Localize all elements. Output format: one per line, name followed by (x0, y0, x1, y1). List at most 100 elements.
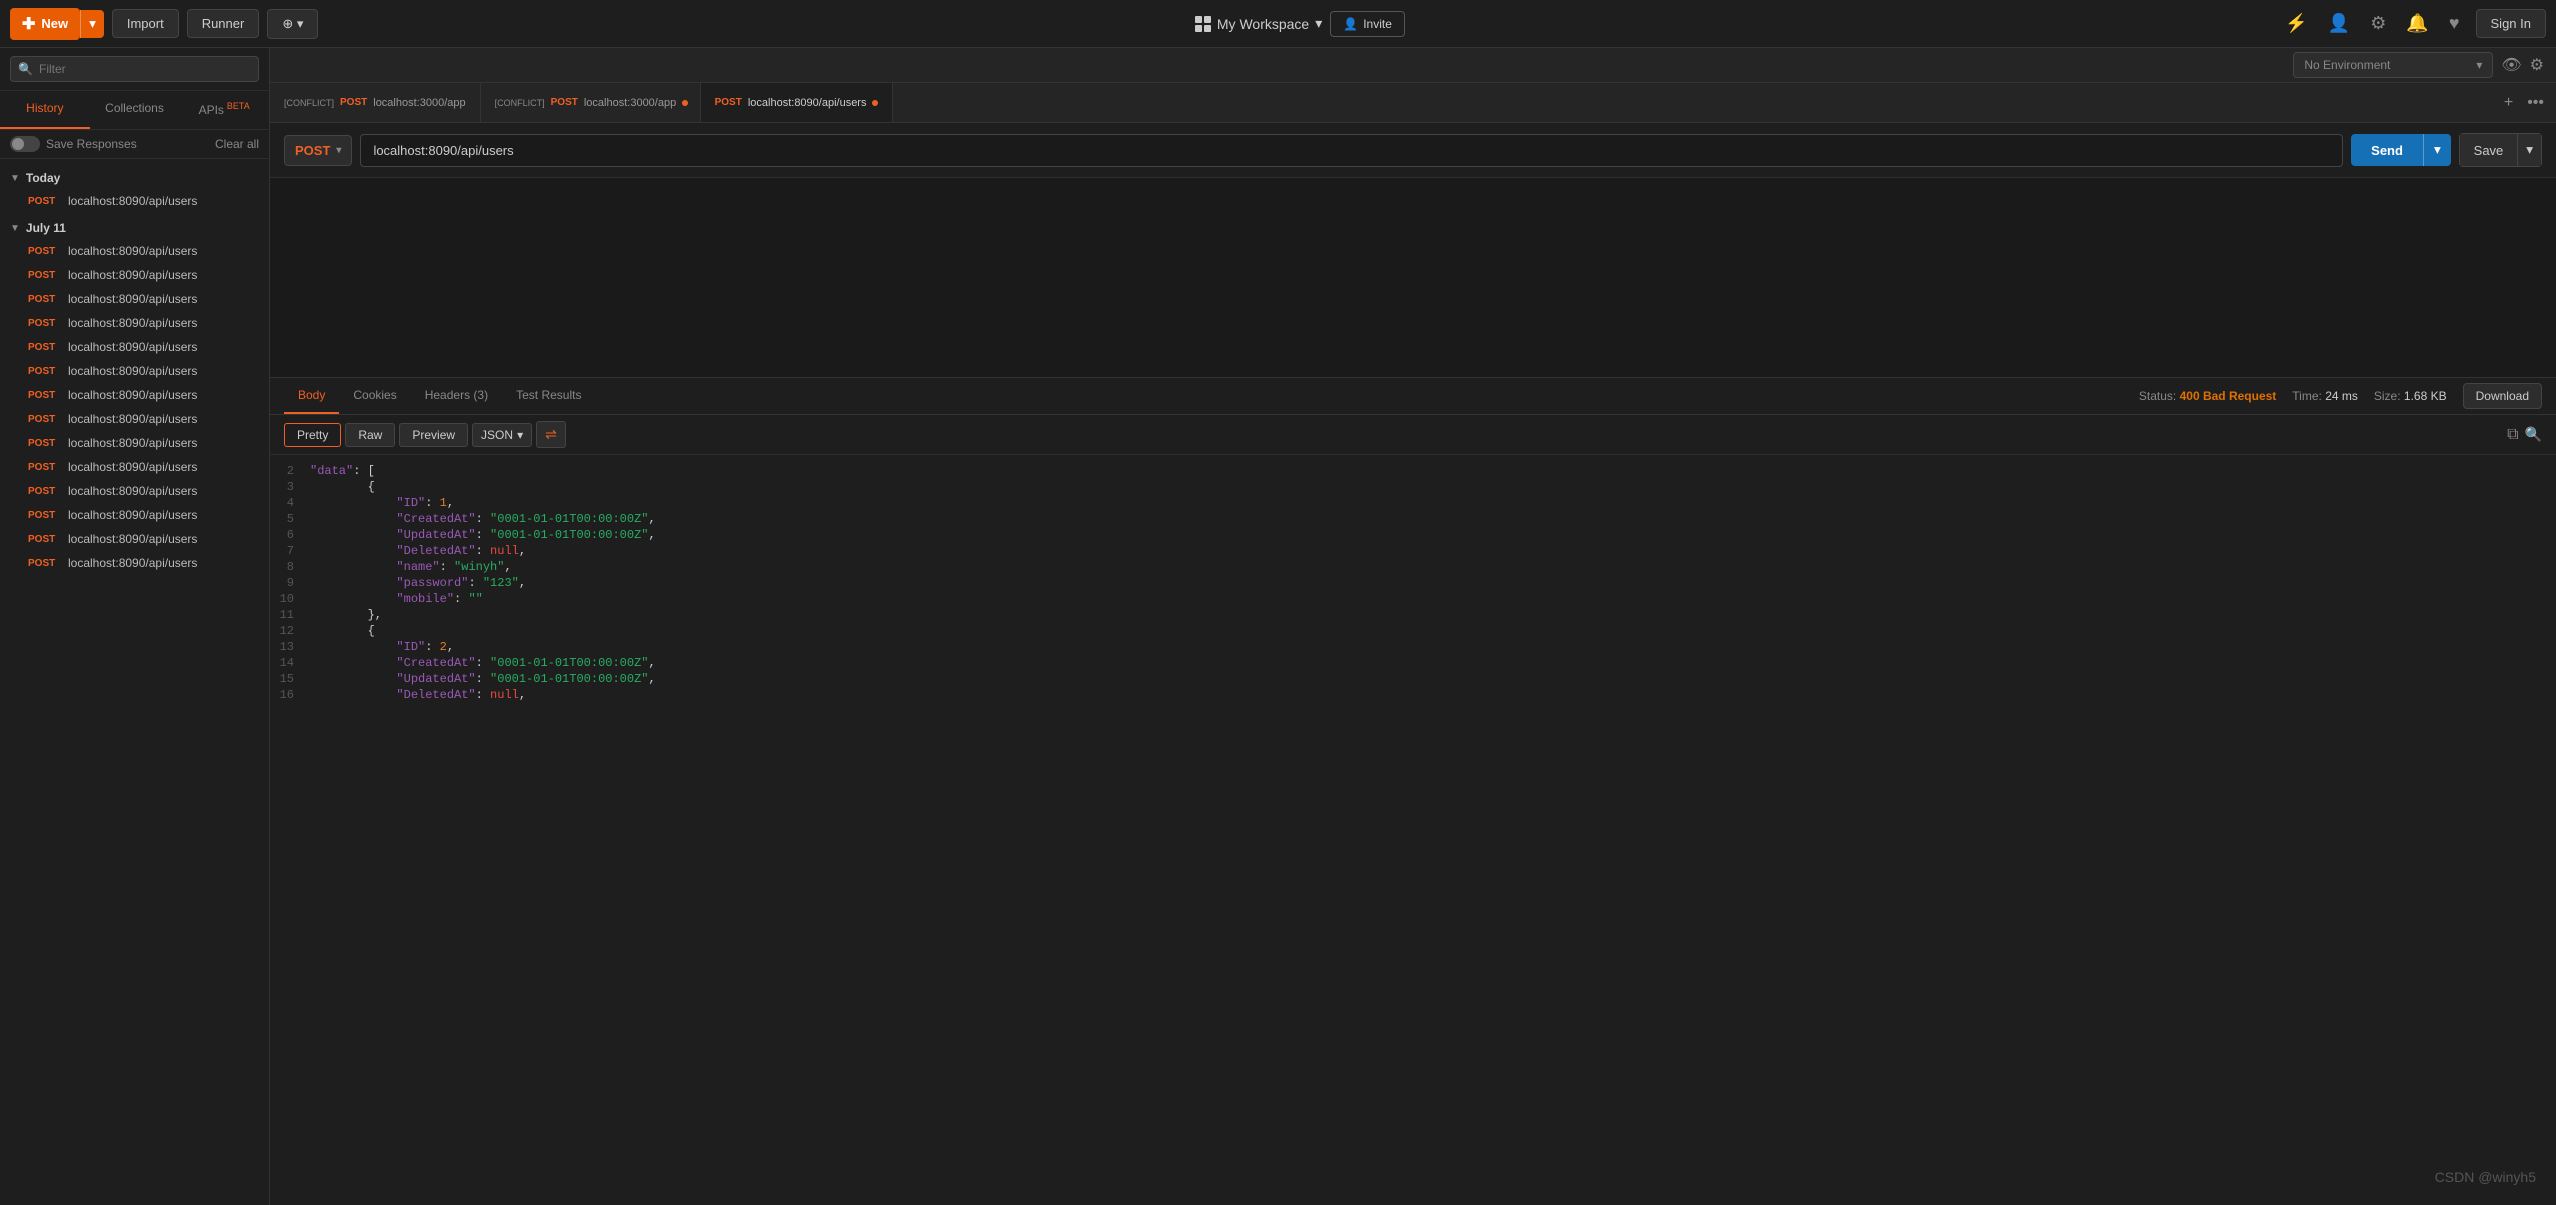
url-input[interactable] (360, 134, 2343, 167)
tab-cookies[interactable]: Cookies (339, 378, 410, 414)
list-item[interactable]: POST localhost:8090/api/users (0, 189, 269, 213)
runner-button[interactable]: Runner (187, 9, 260, 38)
invite-button[interactable]: 👤 Invite (1330, 11, 1405, 37)
workspace-button[interactable]: My Workspace ▾ (1195, 15, 1322, 32)
today-label: Today (26, 171, 60, 185)
heart-icon-btn[interactable]: ♥ (2445, 9, 2464, 38)
code-line: 10 "mobile": "" (270, 591, 2556, 607)
new-dropdown-button[interactable]: ▾ (80, 10, 104, 38)
new-button[interactable]: ✚ New (10, 8, 80, 40)
list-item[interactable]: POSTlocalhost:8090/api/users (0, 527, 269, 551)
settings-icon-btn[interactable]: ⚙ (2366, 9, 2390, 38)
list-item[interactable]: POSTlocalhost:8090/api/users (0, 383, 269, 407)
save-dropdown-button[interactable]: ▾ (2518, 133, 2542, 167)
format-selector[interactable]: JSON ▾ (472, 423, 532, 447)
tab-req-2[interactable]: [CONFLICT] POST localhost:3000/app (481, 83, 701, 122)
code-line: 13 "ID": 2, (270, 639, 2556, 655)
lightning-icon-btn[interactable]: ⚡ (2281, 9, 2311, 38)
bell-icon-btn[interactable]: 🔔 (2402, 9, 2432, 38)
tab-apis[interactable]: APIsBETA (179, 91, 269, 129)
search-icon: 🔍 (18, 62, 33, 76)
today-chevron: ▼ (10, 173, 20, 184)
send-button[interactable]: Send (2351, 134, 2423, 166)
list-item[interactable]: POSTlocalhost:8090/api/users (0, 239, 269, 263)
code-line: 3 { (270, 479, 2556, 495)
code-line: 14 "CreatedAt": "0001-01-01T00:00:00Z", (270, 655, 2556, 671)
more-tabs-button[interactable]: ••• (2523, 90, 2548, 116)
person-icon-btn[interactable]: 👤 (2324, 9, 2354, 38)
raw-button[interactable]: Raw (345, 423, 395, 447)
list-item[interactable]: POSTlocalhost:8090/api/users (0, 311, 269, 335)
preview-button[interactable]: Preview (399, 423, 468, 447)
july11-label: July 11 (26, 221, 66, 235)
gear-icon-btn[interactable]: ⚙ (2530, 55, 2544, 75)
environment-selector[interactable]: No Environment ▾ (2293, 52, 2493, 78)
code-line: 2"data": [ (270, 463, 2556, 479)
status-badge: 400 Bad Request (2180, 389, 2277, 403)
list-item[interactable]: POSTlocalhost:8090/api/users (0, 335, 269, 359)
request-body (270, 178, 2556, 378)
eye-icon-btn[interactable]: 👁 (2501, 55, 2521, 75)
list-item[interactable]: POSTlocalhost:8090/api/users (0, 503, 269, 527)
sidebar-content: ▼ Today POST localhost:8090/api/users ▼ … (0, 159, 269, 1205)
tab-req-1[interactable]: [CONFLICT] POST localhost:3000/app (270, 83, 481, 122)
response-tabs: Body Cookies Headers (3) Test Results St… (270, 378, 2556, 415)
response-status-area: Status: 400 Bad Request Time: 24 ms Size… (2139, 383, 2542, 409)
tabs-bar: [CONFLICT] POST localhost:3000/app [CONF… (270, 83, 2556, 123)
tab-collections[interactable]: Collections (90, 91, 180, 129)
code-line: 5 "CreatedAt": "0001-01-01T00:00:00Z", (270, 511, 2556, 527)
save-button-group: Save ▾ (2459, 133, 2542, 167)
import-button[interactable]: Import (112, 9, 179, 38)
save-responses-toggle-group: Save Responses (10, 136, 137, 152)
code-line: 15 "UpdatedAt": "0001-01-01T00:00:00Z", (270, 671, 2556, 687)
topbar-right: ⚡ 👤 ⚙ 🔔 ♥ Sign In (2281, 9, 2546, 38)
list-item[interactable]: POSTlocalhost:8090/api/users (0, 455, 269, 479)
word-wrap-button[interactable]: ⇌ (536, 421, 566, 448)
copy-button[interactable]: ⧉ (2507, 426, 2518, 444)
method-selector[interactable]: POST ▾ (284, 135, 352, 166)
send-dropdown-button[interactable]: ▾ (2423, 134, 2451, 166)
list-item[interactable]: POSTlocalhost:8090/api/users (0, 287, 269, 311)
save-responses-toggle[interactable] (10, 136, 40, 152)
topbar: ✚ New ▾ Import Runner ⊕ ▾ My Workspace ▾… (0, 0, 2556, 48)
tabs-actions: + ••• (2492, 90, 2556, 116)
sign-in-button[interactable]: Sign In (2476, 9, 2546, 38)
july11-chevron: ▼ (10, 223, 20, 234)
list-item[interactable]: POSTlocalhost:8090/api/users (0, 551, 269, 575)
topbar-center: My Workspace ▾ 👤 Invite (326, 11, 2273, 37)
clear-all-button[interactable]: Clear all (215, 137, 259, 151)
method-arrow-icon: ▾ (336, 145, 341, 156)
env-chevron-icon: ▾ (2476, 58, 2482, 72)
save-responses-label: Save Responses (46, 137, 137, 151)
code-line: 11 }, (270, 607, 2556, 623)
pretty-button[interactable]: Pretty (284, 423, 341, 447)
url-bar: POST ▾ Send ▾ Save ▾ (270, 123, 2556, 178)
format-arrow-icon: ▾ (517, 428, 523, 442)
tab-req-3[interactable]: POST localhost:8090/api/users (701, 83, 894, 122)
list-item[interactable]: POSTlocalhost:8090/api/users (0, 263, 269, 287)
list-item[interactable]: POSTlocalhost:8090/api/users (0, 479, 269, 503)
add-tab-button[interactable]: + (2500, 90, 2517, 116)
tab-headers[interactable]: Headers (3) (411, 378, 502, 414)
tab-history[interactable]: History (0, 91, 90, 129)
filter-input[interactable] (10, 56, 259, 82)
july11-section-header[interactable]: ▼ July 11 (0, 213, 269, 239)
invite-icon: 👤 (1343, 17, 1358, 31)
toggle-knob (12, 138, 24, 150)
list-item[interactable]: POSTlocalhost:8090/api/users (0, 407, 269, 431)
unsaved-dot-active (872, 100, 878, 106)
main: 🔍 History Collections APIsBETA Save Resp… (0, 48, 2556, 1205)
list-item[interactable]: POSTlocalhost:8090/api/users (0, 359, 269, 383)
code-viewer: 2"data": [3 {4 "ID": 1,5 "CreatedAt": "0… (270, 455, 2556, 1205)
today-section-header[interactable]: ▼ Today (0, 163, 269, 189)
new-button-label: New (41, 16, 68, 31)
invite-label: Invite (1363, 17, 1392, 31)
download-button[interactable]: Download (2463, 383, 2542, 409)
tab-body[interactable]: Body (284, 378, 339, 414)
list-item[interactable]: POSTlocalhost:8090/api/users (0, 431, 269, 455)
save-button[interactable]: Save (2459, 133, 2519, 167)
code-line: 6 "UpdatedAt": "0001-01-01T00:00:00Z", (270, 527, 2556, 543)
search-response-button[interactable]: 🔍 (2525, 426, 2542, 444)
tab-test-results[interactable]: Test Results (502, 378, 595, 414)
capture-button[interactable]: ⊕ ▾ (267, 9, 318, 39)
